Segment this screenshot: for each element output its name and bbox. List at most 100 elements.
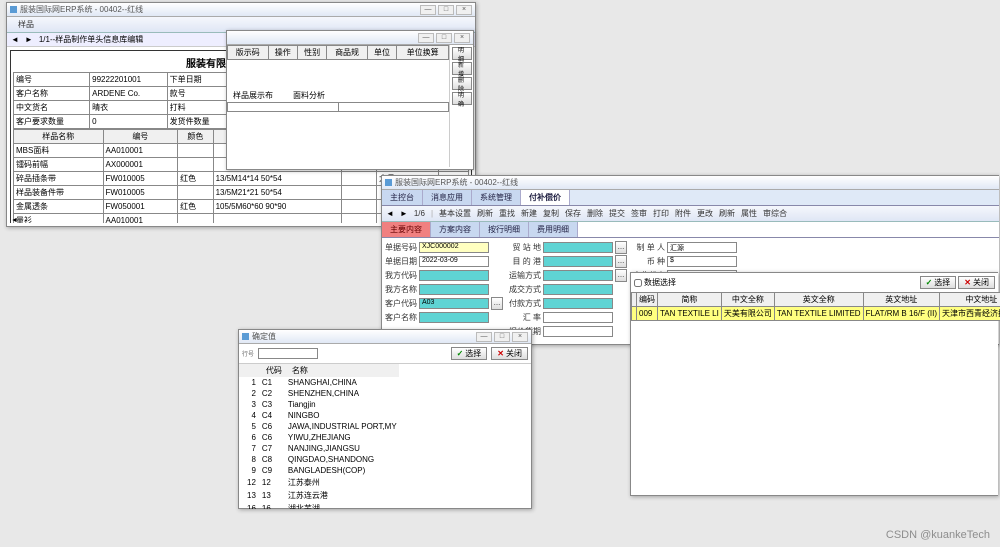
- tb-item[interactable]: 复制: [543, 208, 559, 219]
- rownum-input[interactable]: [258, 348, 318, 359]
- field-input[interactable]: [543, 312, 613, 323]
- list-item[interactable]: 1313江苏连云港: [239, 489, 399, 502]
- tb-item[interactable]: 1/6: [414, 209, 425, 218]
- field-input[interactable]: A03: [419, 298, 489, 309]
- field-label: 运输方式: [509, 270, 541, 281]
- field-label: 单据号码: [385, 242, 417, 253]
- hdr-cell: ARDENE Co.: [90, 87, 168, 101]
- table-row[interactable]: 009TAN TEXTILE LI天美有限公司TAN TEXTILE LIMIT…: [632, 307, 1000, 321]
- titlebar[interactable]: —□×: [227, 31, 473, 45]
- grid-area[interactable]: 代码名称 1C1SHANGHAI,CHINA2C2SHENZHEN,CHINA3…: [239, 364, 531, 509]
- tb-item[interactable]: 重找: [499, 208, 515, 219]
- field-input[interactable]: [419, 312, 489, 323]
- subtab-main[interactable]: 主要内容: [382, 222, 431, 237]
- titlebar[interactable]: 服装国际网ERP系统 - 00402--红线: [382, 176, 999, 190]
- field-input[interactable]: [543, 270, 613, 281]
- nav-fwd-icon[interactable]: ►: [25, 35, 33, 44]
- minimize-icon[interactable]: —: [420, 5, 436, 15]
- minimize-icon[interactable]: —: [476, 332, 492, 342]
- field-input[interactable]: [543, 242, 613, 253]
- list-item[interactable]: 9C9BANGLADESH(COP): [239, 465, 399, 476]
- subtab-l[interactable]: 样品展示布: [233, 90, 273, 101]
- scroll-left-icon[interactable]: ◄: [11, 217, 18, 224]
- subtab-fee[interactable]: 费用明细: [529, 222, 578, 237]
- subtab-plan[interactable]: 方案内容: [431, 222, 480, 237]
- titlebar[interactable]: 服装国际网ERP系统 - 00402--红线—□×: [7, 3, 475, 17]
- list-item[interactable]: 3C3Tiangjin: [239, 399, 399, 410]
- list-item[interactable]: 7C7NANJING,JIANGSU: [239, 443, 399, 454]
- maximize-icon[interactable]: □: [494, 332, 510, 342]
- tb-item[interactable]: 属性: [741, 208, 757, 219]
- tb-item[interactable]: 基本设置: [439, 208, 471, 219]
- select-button[interactable]: ✓选择: [451, 347, 488, 360]
- tab-pay[interactable]: 付补偿价: [521, 190, 570, 205]
- list-item[interactable]: 2C2SHENZHEN,CHINA: [239, 388, 399, 399]
- hdr-cell: 款号: [167, 87, 232, 101]
- close-icon[interactable]: ×: [456, 5, 472, 15]
- list-item[interactable]: 6C6YIWU,ZHEJIANG: [239, 432, 399, 443]
- tb-item[interactable]: 刷新: [477, 208, 493, 219]
- maximize-icon[interactable]: □: [438, 5, 454, 15]
- tb-item[interactable]: 更改: [697, 208, 713, 219]
- col-header: 简称: [658, 293, 722, 307]
- maximize-icon[interactable]: □: [436, 33, 452, 43]
- field-input[interactable]: [543, 256, 613, 267]
- field-input[interactable]: 汇源: [667, 242, 737, 253]
- tb-item[interactable]: 打印: [653, 208, 669, 219]
- col-header: 英文全称: [774, 293, 863, 307]
- nav-fwd-icon[interactable]: ►: [400, 209, 408, 218]
- list-item[interactable]: 1212江苏泰州: [239, 476, 399, 489]
- subtab-line[interactable]: 按行明细: [480, 222, 529, 237]
- minimize-icon[interactable]: —: [418, 33, 434, 43]
- tab-msg[interactable]: 消息应用: [423, 190, 472, 205]
- close-icon[interactable]: ×: [512, 332, 528, 342]
- tb-item[interactable]: 刷新: [719, 208, 735, 219]
- list-item[interactable]: 8C8QINGDAO,SHANDONG: [239, 454, 399, 465]
- field-input[interactable]: $: [667, 256, 737, 267]
- ellipsis-button[interactable]: …: [615, 241, 627, 254]
- select-button[interactable]: ✓选择: [920, 276, 957, 289]
- hdr-cell: 99222201001: [90, 73, 168, 87]
- field-input[interactable]: [419, 270, 489, 281]
- field-input[interactable]: XJC000002: [419, 242, 489, 253]
- tab-main[interactable]: 主控台: [382, 190, 423, 205]
- tb-item[interactable]: 附件: [675, 208, 691, 219]
- ellipsis-button[interactable]: …: [615, 255, 627, 268]
- field-input[interactable]: [543, 284, 613, 295]
- tb-item[interactable]: 提交: [609, 208, 625, 219]
- ellipsis-button[interactable]: …: [615, 269, 627, 282]
- x-icon: ✕: [964, 278, 971, 287]
- app-icon: [242, 333, 249, 340]
- list-item[interactable]: 1C1SHANGHAI,CHINA: [239, 377, 399, 388]
- close-icon[interactable]: ×: [454, 33, 470, 43]
- side-button[interactable]: 明确: [452, 92, 472, 105]
- ellipsis-button[interactable]: …: [491, 297, 503, 310]
- subtab-r[interactable]: 面料分析: [293, 90, 325, 101]
- nav-back-icon[interactable]: ◄: [386, 209, 394, 218]
- field-input[interactable]: 2022-03-09: [419, 256, 489, 267]
- field-input[interactable]: [543, 298, 613, 309]
- titlebar[interactable]: 确定值—□×: [239, 330, 531, 344]
- close-button[interactable]: ✕关闭: [491, 347, 528, 360]
- tb-item[interactable]: 删除: [587, 208, 603, 219]
- side-button[interactable]: 明细: [452, 47, 472, 60]
- list-item[interactable]: 4C4NINGBO: [239, 410, 399, 421]
- tb-item[interactable]: 签审: [631, 208, 647, 219]
- tab-sys[interactable]: 系统管理: [472, 190, 521, 205]
- nav-back-icon[interactable]: ◄: [11, 35, 19, 44]
- select-all-checkbox[interactable]: [634, 279, 642, 287]
- close-button[interactable]: ✕关闭: [958, 276, 995, 289]
- tb-item[interactable]: 审综合: [763, 208, 787, 219]
- tb-item[interactable]: 保存: [565, 208, 581, 219]
- list-item[interactable]: 1616湖北芜湖: [239, 502, 399, 509]
- breadcrumb: 1/1--样品制作单头信息库编辑: [39, 34, 143, 45]
- side-button[interactable]: 新增: [452, 62, 472, 75]
- list-item[interactable]: 5C6JAWA,INDUSTRIAL PORT,MY: [239, 421, 399, 432]
- field-input[interactable]: [543, 326, 613, 337]
- col-header: 英文地址: [863, 293, 939, 307]
- col-header: 版示码: [228, 46, 269, 60]
- field-input[interactable]: [419, 284, 489, 295]
- tb-item[interactable]: 新建: [521, 208, 537, 219]
- tab-sample[interactable]: 样品: [11, 19, 34, 30]
- side-button[interactable]: 删除: [452, 77, 472, 90]
